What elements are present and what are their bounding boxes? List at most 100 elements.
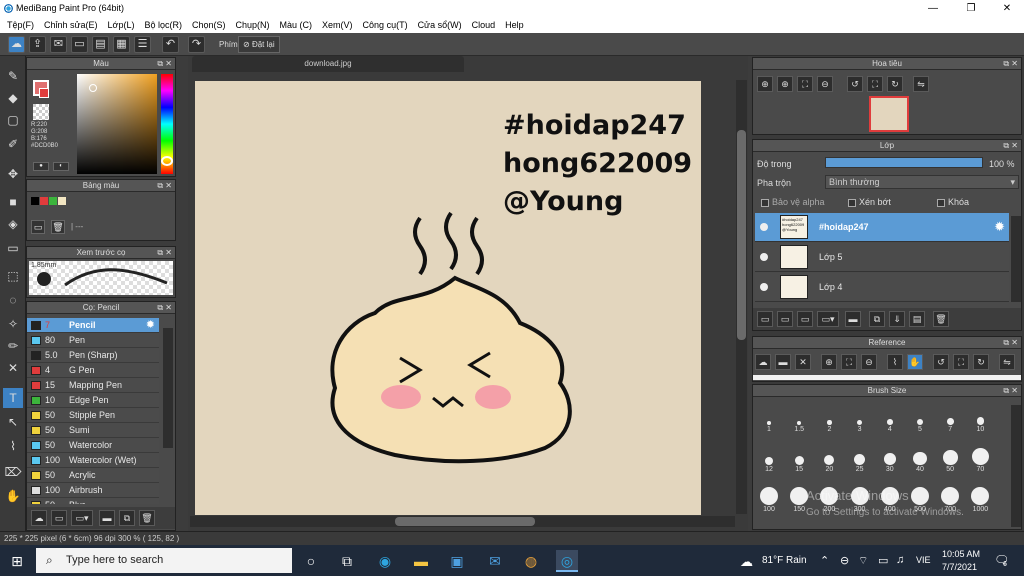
- brush-list-scrollbar[interactable]: [163, 328, 173, 448]
- new-palette-icon[interactable]: ▭: [31, 220, 45, 234]
- menu-window[interactable]: Cửa sổ(W): [415, 17, 469, 33]
- color-mode-icon[interactable]: ●: [33, 162, 49, 171]
- brush-size-option[interactable]: 5: [906, 405, 934, 435]
- blend-mode-select[interactable]: Bình thường ▾: [825, 175, 1019, 189]
- panel-close-icon[interactable]: ⧉ ✕: [1003, 337, 1018, 349]
- clipping-checkbox[interactable]: Xén bớt: [848, 197, 891, 207]
- add-brush-icon[interactable]: ▭▾: [71, 510, 93, 526]
- secondary-color-swatch[interactable]: [39, 88, 49, 98]
- brush-size-option[interactable]: 40: [906, 445, 934, 475]
- file-explorer-icon[interactable]: ▬: [410, 550, 432, 572]
- taskbar-search[interactable]: ⌕ Type here to search: [36, 548, 292, 573]
- brush-size-option[interactable]: 1: [755, 405, 783, 435]
- hand-tool-icon[interactable]: ✋: [3, 486, 23, 506]
- brush-item[interactable]: 50 Acrylic: [27, 468, 159, 483]
- zoom-in-icon[interactable]: ⊕: [821, 354, 837, 370]
- brush-item[interactable]: 5.0 Pen (Sharp): [27, 348, 159, 363]
- rotate-left-icon[interactable]: ↺: [847, 76, 863, 92]
- transparent-swatch[interactable]: [33, 104, 49, 120]
- edge-browser-icon[interactable]: ◉: [374, 550, 396, 572]
- trash-icon[interactable]: 🗑: [139, 510, 155, 526]
- select-eraser-icon[interactable]: ✕: [3, 358, 23, 378]
- menu-cloud[interactable]: Cloud: [469, 17, 503, 33]
- chrome-icon[interactable]: ◍: [520, 550, 542, 572]
- eraser-tool-icon[interactable]: ◆: [3, 88, 23, 108]
- gradient-tool-icon[interactable]: ▭: [3, 238, 23, 258]
- cloud-upload-icon[interactable]: ☁: [755, 354, 771, 370]
- menu-filter[interactable]: Bộ lọc(R): [141, 17, 189, 33]
- layout-icon[interactable]: ▤: [92, 36, 109, 53]
- menu-edit[interactable]: Chỉnh sửa(E): [41, 17, 105, 33]
- panel-close-icon[interactable]: ⧉ ✕: [1003, 385, 1018, 397]
- visibility-icon[interactable]: [760, 283, 768, 291]
- new-brush-icon[interactable]: ▭: [51, 510, 67, 526]
- fit-icon[interactable]: ⛶: [797, 76, 813, 92]
- rotate-right-icon[interactable]: ↻: [973, 354, 989, 370]
- brush-tool-icon[interactable]: ✎: [3, 66, 23, 86]
- zoom-in-icon[interactable]: ⊕: [777, 76, 793, 92]
- brush-size-option[interactable]: 50: [936, 445, 964, 475]
- panel-close-icon[interactable]: ⧉ ✕: [157, 247, 172, 259]
- visibility-icon[interactable]: [760, 253, 768, 261]
- menu-file[interactable]: Tệp(F): [4, 17, 41, 33]
- fit-screen-icon[interactable]: ⛶: [867, 76, 883, 92]
- navigator-thumbnail[interactable]: [869, 96, 909, 132]
- palette-swatch[interactable]: [58, 197, 66, 205]
- folder-open-icon[interactable]: ▬: [775, 354, 791, 370]
- flip-icon[interactable]: ⇋: [999, 354, 1015, 370]
- panel-close-icon[interactable]: ⧉ ✕: [157, 180, 172, 192]
- menu-tools[interactable]: Công cụ(T): [360, 17, 415, 33]
- brush-size-option[interactable]: 3: [846, 405, 874, 435]
- merge-layer-icon[interactable]: ⇓: [889, 311, 905, 327]
- layer-settings-icon[interactable]: ▤: [909, 311, 925, 327]
- brush-item[interactable]: 50 Sumi: [27, 423, 159, 438]
- brush-item[interactable]: 10 Edge Pen: [27, 393, 159, 408]
- new-layer-icon[interactable]: ▭: [757, 311, 773, 327]
- brush-size-scrollbar[interactable]: [1011, 405, 1021, 527]
- cloud-icon[interactable]: ☁: [8, 36, 25, 53]
- gear-icon[interactable]: ✹: [994, 219, 1005, 235]
- menu-select[interactable]: Chọn(S): [189, 17, 233, 33]
- battery-icon[interactable]: ▭: [878, 554, 888, 567]
- weather-icon[interactable]: ☁: [740, 554, 753, 570]
- color-picker-cursor[interactable]: [89, 84, 97, 92]
- add-layer-menu-icon[interactable]: ▭▾: [817, 311, 839, 327]
- brush-size-option[interactable]: 12: [755, 445, 783, 475]
- opacity-slider[interactable]: [825, 157, 983, 168]
- folder-icon[interactable]: ▬: [845, 311, 861, 327]
- brush-size-option[interactable]: 15: [785, 445, 813, 475]
- clock-date[interactable]: 7/7/2021: [942, 562, 977, 572]
- brush-item[interactable]: 4 G Pen: [27, 363, 159, 378]
- close-icon[interactable]: ✕: [795, 354, 811, 370]
- hand-icon[interactable]: ✋: [907, 354, 923, 370]
- canvas-paper[interactable]: #hoidap247 hong622009 @Young: [195, 81, 701, 515]
- brush-size-option[interactable]: 70: [966, 445, 994, 475]
- layer-item[interactable]: Lớp 5: [755, 243, 1009, 272]
- brush-item[interactable]: 50 Stipple Pen: [27, 408, 159, 423]
- zoom-out-icon[interactable]: ⊖: [817, 76, 833, 92]
- flip-icon[interactable]: ⇋: [913, 76, 929, 92]
- move-tool-icon[interactable]: ✥: [3, 164, 23, 184]
- color-history-icon[interactable]: ◐: [53, 162, 69, 171]
- panel-close-icon[interactable]: ⧉ ✕: [1003, 58, 1018, 70]
- select-tool-icon[interactable]: ⬚: [3, 266, 23, 286]
- network-icon[interactable]: ⊖: [840, 554, 849, 567]
- reference-canvas[interactable]: [753, 375, 1021, 380]
- brush-size-option[interactable]: 7: [936, 405, 964, 435]
- eyedropper-icon[interactable]: ⌇: [887, 354, 903, 370]
- brush-size-option[interactable]: 1000: [966, 485, 994, 515]
- rotate-right-icon[interactable]: ↻: [887, 76, 903, 92]
- rotate-left-icon[interactable]: ↺: [933, 354, 949, 370]
- dot-tool-icon[interactable]: ✐: [3, 134, 23, 154]
- layer-item[interactable]: #hoidap247 hong622009 @Young #hoidap247 …: [755, 213, 1009, 242]
- fit-screen-icon[interactable]: ⛶: [953, 354, 969, 370]
- trash-icon[interactable]: 🗑: [933, 311, 949, 327]
- brush-size-option[interactable]: 2: [815, 405, 843, 435]
- share-icon[interactable]: ⇪: [29, 36, 46, 53]
- lock-checkbox[interactable]: Khóa: [937, 197, 969, 207]
- language-indicator[interactable]: VIE: [916, 555, 931, 565]
- text-tool-icon[interactable]: T: [3, 388, 23, 408]
- menu-help[interactable]: Help: [502, 17, 531, 33]
- zoom-in-icon[interactable]: ⊕: [757, 76, 773, 92]
- fit-icon[interactable]: ⛶: [841, 354, 857, 370]
